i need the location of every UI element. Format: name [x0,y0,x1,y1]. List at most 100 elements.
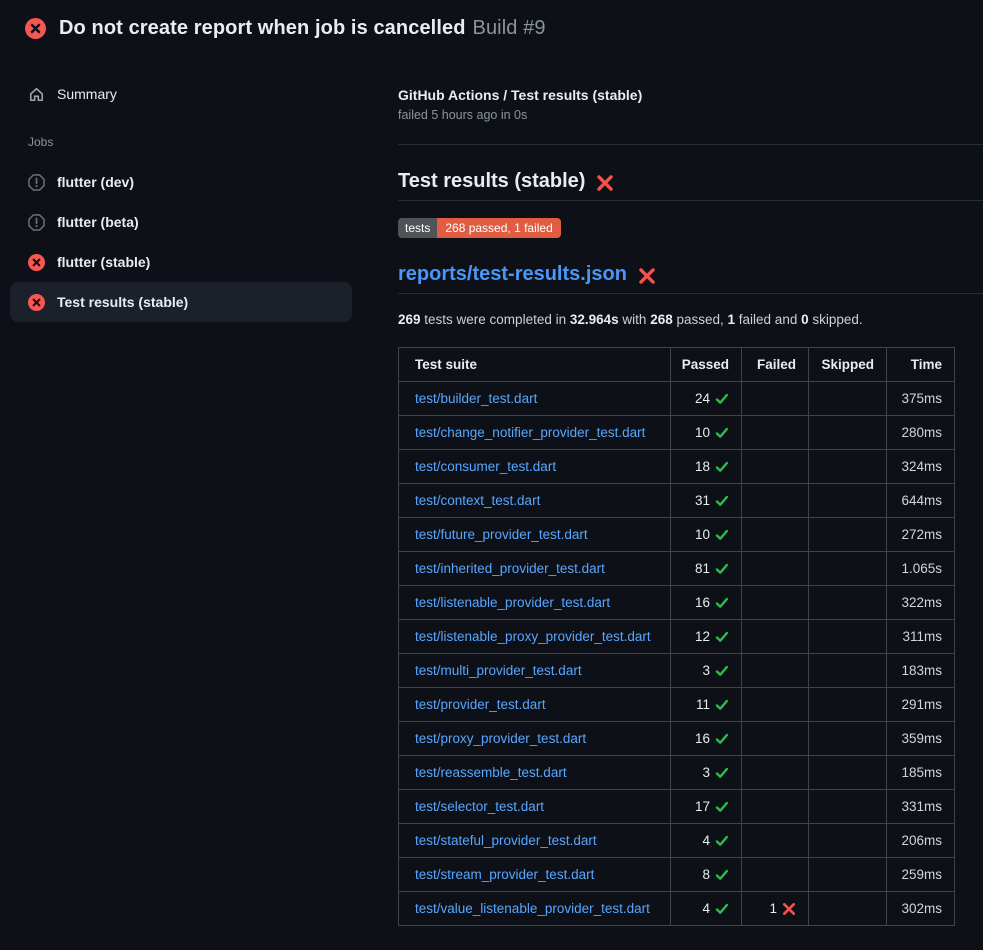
test-suite-link[interactable]: test/selector_test.dart [415,799,544,814]
failed-status-icon [28,254,45,271]
table-row: test/builder_test.dart 24 375ms [399,382,955,416]
column-passed: Passed [671,348,742,382]
passed-cell: 10 [671,416,742,450]
badge-label: tests [398,218,437,238]
test-suite-link[interactable]: test/builder_test.dart [415,391,537,406]
check-heading-text: Test results (stable) [398,170,585,193]
test-suite-link[interactable]: test/listenable_provider_test.dart [415,595,610,610]
failed-cell [742,450,809,484]
suite-cell: test/consumer_test.dart [399,450,671,484]
sidebar-item-flutter-dev[interactable]: flutter (dev) [10,162,352,202]
summary-segment: tests were completed in [421,312,570,327]
table-header-row: Test suite Passed Failed Skipped Time [399,348,955,382]
jobs-section-label: Jobs [28,135,398,149]
suite-cell: test/listenable_proxy_provider_test.dart [399,620,671,654]
home-icon [28,86,45,103]
skipped-cell [809,892,887,926]
passed-cell: 4 [671,892,742,926]
table-row: test/consumer_test.dart 18 324ms [399,450,955,484]
passed-cell: 12 [671,620,742,654]
table-row: test/future_provider_test.dart 10 272ms [399,518,955,552]
passed-cell: 18 [671,450,742,484]
sidebar-item-test-results-stable[interactable]: Test results (stable) [10,282,352,322]
table-row: test/proxy_provider_test.dart 16 359ms [399,722,955,756]
sidebar-item-summary[interactable]: Summary [0,80,398,108]
suite-cell: test/listenable_provider_test.dart [399,586,671,620]
failed-cell [742,586,809,620]
failed-cell [742,858,809,892]
failed-cell [742,382,809,416]
report-file-link[interactable]: reports/test-results.json [398,263,627,286]
run-subtitle: failed 5 hours ago in 0s [398,108,983,122]
check-icon [715,630,729,644]
failed-cell [742,756,809,790]
test-suite-link[interactable]: test/multi_provider_test.dart [415,663,582,678]
table-row: test/listenable_proxy_provider_test.dart… [399,620,955,654]
page-header: Do not create report when job is cancell… [0,0,983,56]
summary-segment: failed and [735,312,801,327]
check-icon [715,698,729,712]
skipped-cell [809,484,887,518]
skipped-cell [809,722,887,756]
skipped-cell [809,450,887,484]
time-cell: 322ms [887,586,955,620]
results-table: Test suite Passed Failed Skipped Time te… [398,347,955,926]
sidebar-summary-label: Summary [57,86,117,102]
check-icon [715,562,729,576]
suite-cell: test/proxy_provider_test.dart [399,722,671,756]
check-icon [715,460,729,474]
test-suite-link[interactable]: test/provider_test.dart [415,697,546,712]
badge-value: 268 passed, 1 failed [437,218,560,238]
check-icon [715,426,729,440]
sidebar-item-flutter-stable[interactable]: flutter (stable) [10,242,352,282]
tests-badge: tests 268 passed, 1 failed [398,218,561,238]
check-icon [715,596,729,610]
table-row: test/value_listenable_provider_test.dart… [399,892,955,926]
time-cell: 359ms [887,722,955,756]
summary-segment: with [619,312,651,327]
test-suite-link[interactable]: test/consumer_test.dart [415,459,556,474]
test-suite-link[interactable]: test/change_notifier_provider_test.dart [415,425,645,440]
passed-cell: 17 [671,790,742,824]
test-suite-link[interactable]: test/future_provider_test.dart [415,527,588,542]
skipped-cell [809,824,887,858]
passed-cell: 11 [671,688,742,722]
failed-cell [742,790,809,824]
suite-cell: test/stream_provider_test.dart [399,858,671,892]
suite-cell: test/reassemble_test.dart [399,756,671,790]
test-suite-link[interactable]: test/stateful_provider_test.dart [415,833,597,848]
summary-segment: 1 [728,312,736,327]
summary-segment: 0 [801,312,809,327]
passed-cell: 8 [671,858,742,892]
test-suite-link[interactable]: test/stream_provider_test.dart [415,867,594,882]
test-suite-link[interactable]: test/value_listenable_provider_test.dart [415,901,650,916]
failed-cell [742,620,809,654]
check-icon [715,494,729,508]
test-suite-link[interactable]: test/reassemble_test.dart [415,765,567,780]
time-cell: 331ms [887,790,955,824]
skipped-cell [809,620,887,654]
test-suite-link[interactable]: test/proxy_provider_test.dart [415,731,586,746]
table-row: test/multi_provider_test.dart 3 183ms [399,654,955,688]
report-heading: reports/test-results.json [398,263,983,294]
suite-cell: test/multi_provider_test.dart [399,654,671,688]
passed-cell: 3 [671,756,742,790]
summary-segment: 32.964s [570,312,619,327]
summary-segment: skipped. [809,312,863,327]
test-suite-link[interactable]: test/listenable_proxy_provider_test.dart [415,629,651,644]
check-icon [715,834,729,848]
skipped-cell [809,790,887,824]
time-cell: 206ms [887,824,955,858]
time-cell: 280ms [887,416,955,450]
test-suite-link[interactable]: test/context_test.dart [415,493,540,508]
column-skipped: Skipped [809,348,887,382]
test-suite-link[interactable]: test/inherited_provider_test.dart [415,561,605,576]
passed-cell: 16 [671,586,742,620]
check-heading: Test results (stable) [398,170,983,201]
table-row: test/reassemble_test.dart 3 185ms [399,756,955,790]
suite-cell: test/builder_test.dart [399,382,671,416]
sidebar-item-flutter-beta[interactable]: flutter (beta) [10,202,352,242]
x-icon [782,902,796,916]
skipped-cell [809,858,887,892]
time-cell: 302ms [887,892,955,926]
